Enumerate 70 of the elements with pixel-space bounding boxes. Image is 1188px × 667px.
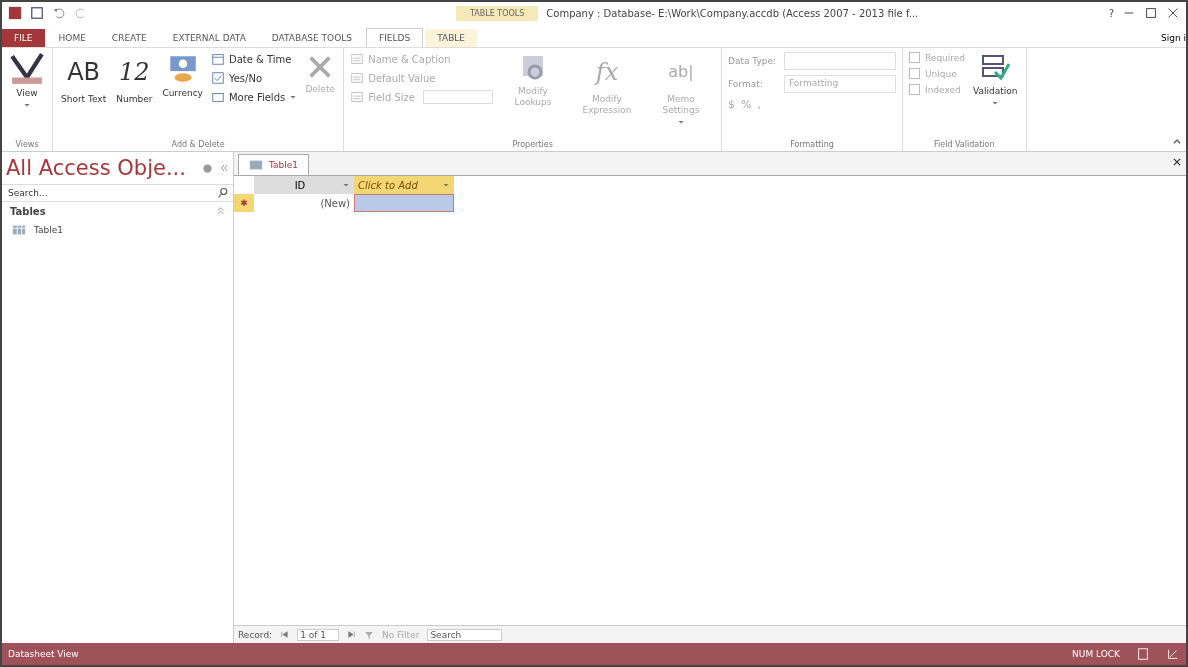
caret-icon (442, 181, 450, 189)
calendar-icon (210, 52, 225, 66)
group-label: Add & Delete (170, 140, 226, 149)
field-icon (350, 52, 365, 66)
checkbox-label: Required (925, 52, 966, 63)
ribbon-button[interactable]: More Fields (210, 90, 298, 104)
group-label: Field Validation (933, 140, 996, 149)
close-icon (1172, 157, 1182, 167)
collapse-icon (1172, 137, 1182, 147)
ribbon-tab[interactable]: FIELDS (366, 28, 424, 47)
field-label: Data Type: (728, 56, 778, 66)
record-label: Record: (238, 629, 273, 640)
table-cell[interactable] (354, 194, 454, 212)
first-record-icon (280, 630, 290, 639)
close-icon (1166, 6, 1180, 20)
maximize-icon (1144, 6, 1158, 20)
collapse-icon (216, 206, 225, 215)
group-label: Properties (511, 140, 554, 149)
ribbon-tab[interactable]: CREATE (99, 29, 159, 47)
app-icon (8, 6, 22, 20)
filter-icon (364, 629, 374, 640)
new-record-marker: ✱ (234, 194, 254, 212)
field-icon (350, 90, 365, 104)
field-label: Format: (728, 79, 764, 89)
ribbon-tab[interactable]: DATABASE TOOLS (259, 29, 364, 47)
caret-icon (342, 181, 350, 189)
datasheet-view-icon (1136, 647, 1150, 661)
ribbon-button[interactable]: Date & Time (210, 52, 298, 66)
document-tab[interactable]: Table1 (238, 154, 309, 175)
ribbon-button[interactable]: AB Short Text (59, 52, 109, 105)
status-text: Datasheet View (8, 649, 79, 659)
sign-in-link[interactable]: Sign i (1161, 33, 1186, 47)
table-item[interactable]: Table1 (34, 225, 63, 235)
ribbon-button[interactable]: View (8, 52, 46, 109)
ribbon-tab[interactable]: HOME (46, 29, 98, 47)
ribbon-tab[interactable]: TABLE (425, 29, 478, 47)
dropdown-circle-icon (202, 162, 213, 174)
table-cell[interactable]: (New) (254, 194, 354, 212)
save-icon (30, 6, 44, 20)
ribbon-button[interactable]: Yes/No (210, 71, 298, 85)
ribbon-tab[interactable]: EXTERNAL DATA (160, 29, 258, 47)
search-icon (217, 187, 229, 199)
pane-title: All Access Obje... (6, 156, 187, 180)
column-header[interactable]: Click to Add (354, 176, 454, 194)
search-field[interactable]: Search (427, 628, 503, 641)
design-view-icon (1166, 647, 1180, 661)
ribbon-button[interactable]: 12 Number (114, 52, 155, 105)
contextual-tab-label: TABLE TOOLS (456, 5, 539, 21)
checkbox-label: Unique (925, 68, 957, 79)
checkbox-label: Indexed (925, 84, 961, 95)
ribbon-button[interactable]: Currency (160, 52, 205, 99)
last-record-icon (347, 630, 356, 639)
caret-icon (289, 93, 298, 101)
checkbox-icon (210, 71, 225, 85)
table-icon (12, 223, 26, 237)
section-header[interactable]: Tables (10, 206, 46, 217)
ribbon-button[interactable]: Validation (971, 52, 1020, 107)
help-button[interactable]: ? (1108, 7, 1114, 19)
ribbon-tab[interactable]: FILE (2, 29, 45, 47)
field-icon (350, 71, 365, 85)
table-icon (249, 158, 263, 172)
group-label: Formatting (789, 140, 835, 149)
double-chevron-icon (219, 163, 229, 173)
window-title: Company : Database- E:\Work\Company.accdb (Access 2007 - 2013 file f... (546, 7, 920, 19)
record-position-field[interactable]: 1 of 1 (297, 628, 339, 641)
column-header[interactable]: ID (254, 176, 354, 194)
group-label: Views (14, 140, 40, 149)
fields-icon (210, 90, 225, 104)
status-indicator: NUM LOCK (1072, 649, 1120, 659)
undo-icon (52, 6, 66, 20)
